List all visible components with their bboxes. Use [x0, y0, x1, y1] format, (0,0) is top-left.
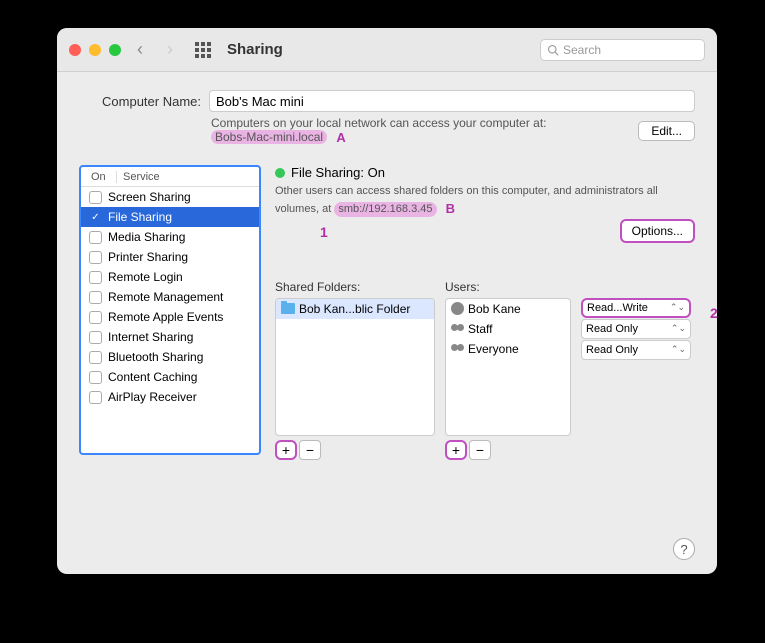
search-placeholder: Search: [563, 43, 601, 57]
perm-spacer: [581, 280, 691, 294]
service-label: File Sharing: [108, 210, 172, 224]
annotation-a: A: [336, 130, 345, 145]
service-label: Remote Apple Events: [108, 310, 223, 324]
chevron-updown-icon: ⌃⌄: [670, 302, 685, 313]
user-icon: [451, 302, 464, 315]
service-checkbox[interactable]: [89, 371, 102, 384]
annotation-2: 2: [710, 305, 718, 321]
traffic-lights: [69, 44, 121, 56]
service-label: Content Caching: [108, 370, 197, 384]
computer-name-field[interactable]: [209, 90, 695, 112]
service-label: Screen Sharing: [108, 190, 191, 204]
sharing-prefs-window: ‹ › Sharing Search Computer Name: Comput…: [57, 28, 717, 574]
service-row-bluetooth-sharing[interactable]: Bluetooth Sharing: [81, 347, 259, 367]
service-checkbox[interactable]: [89, 191, 102, 204]
add-folder-button[interactable]: +: [275, 440, 297, 460]
service-checkbox[interactable]: [89, 311, 102, 324]
annotation-1: 1: [320, 224, 328, 240]
smb-address-highlight: smb://192.168.3.45: [334, 202, 436, 217]
back-button[interactable]: ‹: [129, 39, 151, 61]
service-checkbox[interactable]: ✓: [89, 211, 102, 224]
service-row-file-sharing[interactable]: ✓ File Sharing: [81, 207, 259, 227]
close-window-button[interactable]: [69, 44, 81, 56]
services-list: On Service Screen Sharing ✓ File Sharing Me…: [79, 165, 261, 455]
shared-folders-list[interactable]: Bob Kan...blic Folder: [275, 298, 435, 436]
service-row-remote-login[interactable]: Remote Login: [81, 267, 259, 287]
service-checkbox[interactable]: [89, 331, 102, 344]
hostname-subtext: Computers on your local network can acce…: [211, 116, 626, 145]
service-label: Remote Management: [108, 290, 223, 304]
remove-user-button[interactable]: −: [469, 440, 491, 460]
service-label: Bluetooth Sharing: [108, 350, 203, 364]
status-indicator-icon: [275, 168, 285, 178]
service-checkbox[interactable]: [89, 251, 102, 264]
service-row-printer-sharing[interactable]: Printer Sharing: [81, 247, 259, 267]
help-button[interactable]: ?: [673, 538, 695, 560]
status-description: Other users can access shared folders on…: [275, 184, 695, 218]
user-row[interactable]: Bob Kane: [446, 299, 570, 319]
forward-button[interactable]: ›: [159, 39, 181, 61]
service-row-content-caching[interactable]: Content Caching: [81, 367, 259, 387]
shared-folders-label: Shared Folders:: [275, 280, 435, 294]
edit-hostname-button[interactable]: Edit...: [638, 121, 695, 141]
service-checkbox[interactable]: [89, 231, 102, 244]
folder-icon: [281, 303, 295, 314]
service-checkbox[interactable]: [89, 271, 102, 284]
service-checkbox[interactable]: [89, 351, 102, 364]
service-checkbox[interactable]: [89, 291, 102, 304]
user-row[interactable]: Everyone: [446, 339, 570, 359]
service-row-remote-apple-events[interactable]: Remote Apple Events: [81, 307, 259, 327]
search-icon: [547, 44, 559, 56]
minimize-window-button[interactable]: [89, 44, 101, 56]
service-label: Printer Sharing: [108, 250, 188, 264]
permission-select[interactable]: Read...Write⌃⌄: [581, 298, 691, 318]
group-icon: [451, 324, 464, 334]
permission-select[interactable]: Read Only⌃⌄: [581, 319, 691, 339]
service-row-remote-management[interactable]: Remote Management: [81, 287, 259, 307]
service-row-media-sharing[interactable]: Media Sharing: [81, 227, 259, 247]
service-row-airplay-receiver[interactable]: AirPlay Receiver: [81, 387, 259, 407]
group-icon: [451, 344, 464, 354]
show-all-icon[interactable]: [195, 42, 211, 58]
folder-row[interactable]: Bob Kan...blic Folder: [276, 299, 434, 319]
user-row[interactable]: Staff: [446, 319, 570, 339]
window-title: Sharing: [227, 41, 283, 58]
titlebar: ‹ › Sharing Search: [57, 28, 717, 72]
annotation-b: B: [446, 201, 455, 216]
search-input[interactable]: Search: [540, 39, 705, 61]
services-header-service: Service: [117, 171, 160, 183]
service-label: AirPlay Receiver: [108, 390, 197, 404]
options-button[interactable]: Options...: [620, 219, 695, 243]
hostname-highlight: Bobs-Mac-mini.local: [211, 130, 327, 144]
service-row-internet-sharing[interactable]: Internet Sharing: [81, 327, 259, 347]
users-label: Users:: [445, 280, 571, 294]
service-label: Remote Login: [108, 270, 183, 284]
chevron-updown-icon: ⌃⌄: [671, 323, 686, 334]
remove-folder-button[interactable]: −: [299, 440, 321, 460]
computer-name-label: Computer Name:: [79, 94, 201, 109]
chevron-updown-icon: ⌃⌄: [671, 344, 686, 355]
add-user-button[interactable]: +: [445, 440, 467, 460]
users-list[interactable]: Bob KaneStaffEveryone: [445, 298, 571, 436]
services-header-on: On: [81, 171, 117, 183]
service-row-screen-sharing[interactable]: Screen Sharing: [81, 187, 259, 207]
service-label: Media Sharing: [108, 230, 185, 244]
service-checkbox[interactable]: [89, 391, 102, 404]
service-label: Internet Sharing: [108, 330, 193, 344]
status-title: File Sharing: On: [291, 165, 385, 180]
fullscreen-button[interactable]: [109, 44, 121, 56]
permission-select[interactable]: Read Only⌃⌄: [581, 340, 691, 360]
